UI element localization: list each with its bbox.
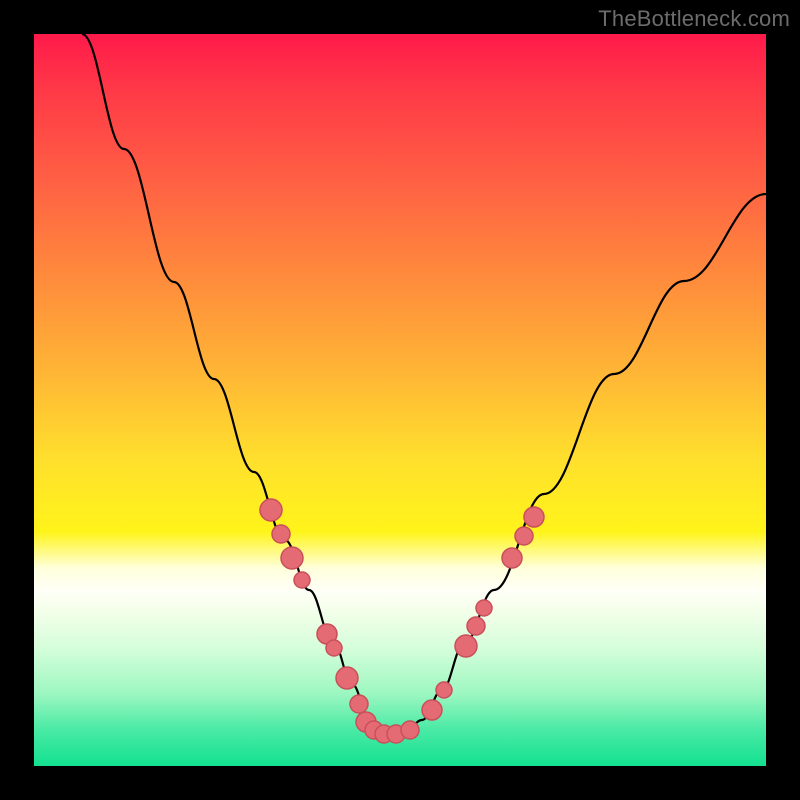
- marker-dot: [436, 682, 452, 698]
- watermark-text: TheBottleneck.com: [598, 6, 790, 32]
- bottleneck-chart: [34, 34, 766, 766]
- marker-group: [260, 499, 544, 743]
- marker-dot: [260, 499, 282, 521]
- marker-dot: [524, 507, 544, 527]
- marker-dot: [294, 572, 310, 588]
- marker-dot: [422, 700, 442, 720]
- marker-dot: [401, 721, 419, 739]
- marker-dot: [350, 695, 368, 713]
- marker-dot: [476, 600, 492, 616]
- chart-frame: TheBottleneck.com: [0, 0, 800, 800]
- marker-dot: [326, 640, 342, 656]
- marker-dot: [281, 547, 303, 569]
- marker-dot: [502, 548, 522, 568]
- marker-dot: [336, 667, 358, 689]
- marker-dot: [455, 635, 477, 657]
- marker-dot: [272, 525, 290, 543]
- marker-dot: [467, 617, 485, 635]
- bottleneck-curve: [82, 34, 766, 734]
- marker-dot: [515, 527, 533, 545]
- plot-area: [34, 34, 766, 766]
